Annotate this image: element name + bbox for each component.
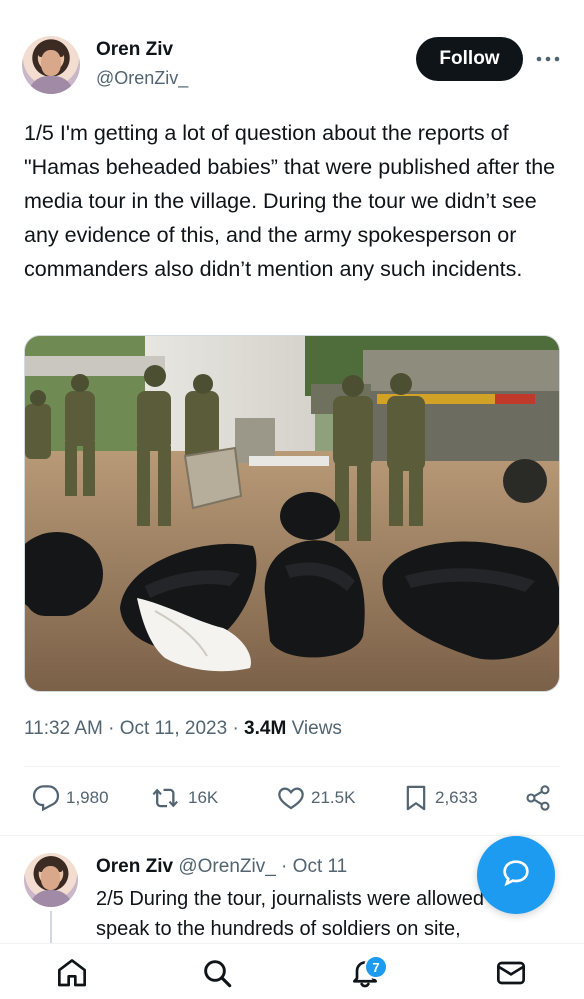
heart-icon bbox=[277, 784, 305, 812]
divider bbox=[24, 766, 560, 767]
reply-text: 2/5 During the tour, journalists were al… bbox=[96, 884, 516, 944]
dot-separator: · bbox=[232, 718, 245, 739]
reply-text-line: speak to the hundreds of soldiers on sit… bbox=[96, 918, 461, 940]
share-icon bbox=[524, 784, 552, 812]
avatar-face bbox=[41, 866, 60, 890]
repost-count: 16K bbox=[188, 788, 219, 807]
reply-text-line: 2/5 During the tour, journalists were al… bbox=[96, 888, 507, 910]
search-icon bbox=[201, 957, 233, 994]
author-name[interactable]: Oren Ziv bbox=[96, 39, 173, 61]
share-button[interactable] bbox=[524, 784, 552, 812]
message-bubble-icon bbox=[500, 857, 532, 894]
more-icon[interactable] bbox=[535, 46, 561, 72]
divider bbox=[0, 835, 584, 836]
like-count: 21.5K bbox=[311, 788, 356, 807]
bottom-nav bbox=[0, 943, 584, 999]
tweet-date[interactable]: Oct 11, 2023 bbox=[120, 718, 227, 739]
avatar-shirt bbox=[28, 76, 74, 94]
photo-scene bbox=[25, 336, 559, 691]
nav-messages[interactable] bbox=[494, 958, 528, 992]
views-count: 3.4M bbox=[244, 718, 287, 739]
views-label: Views bbox=[291, 718, 342, 739]
dot-separator: · bbox=[108, 718, 120, 739]
bookmark-button[interactable]: 2,633 bbox=[403, 784, 478, 812]
tweet-photo[interactable] bbox=[24, 335, 560, 692]
bookmark-icon bbox=[403, 784, 429, 812]
reply-avatar[interactable] bbox=[24, 853, 78, 907]
tweet-text: 1/5 I'm getting a lot of question about … bbox=[24, 121, 556, 281]
bookmark-count: 2,633 bbox=[435, 788, 478, 807]
repost-icon bbox=[152, 784, 182, 812]
avatar-shirt bbox=[29, 890, 73, 907]
avatar[interactable] bbox=[22, 36, 80, 94]
tweet-actions: 1,980 16K 21.5K 2,633 bbox=[24, 784, 560, 818]
reply-icon bbox=[32, 784, 60, 812]
reply-header[interactable]: Oren Ziv @OrenZiv_ · Oct 11 bbox=[96, 856, 347, 878]
nav-home[interactable] bbox=[55, 958, 89, 992]
reply-button[interactable]: 1,980 bbox=[32, 784, 109, 812]
reply-author-name[interactable]: Oren Ziv bbox=[96, 856, 173, 877]
avatar-face bbox=[41, 50, 61, 76]
tweet-time[interactable]: 11:32 AM bbox=[24, 718, 103, 739]
reply-count: 1,980 bbox=[66, 788, 109, 807]
nav-search[interactable] bbox=[200, 958, 234, 992]
author-handle[interactable]: @OrenZiv_ bbox=[96, 68, 188, 89]
like-button[interactable]: 21.5K bbox=[277, 784, 355, 812]
mail-icon bbox=[495, 957, 527, 994]
notifications-badge: 7 bbox=[364, 955, 388, 979]
thread-line bbox=[50, 911, 52, 943]
tweet-timestamp: 11:32 AM · Oct 11, 2023 · 3.4M Views bbox=[24, 718, 342, 740]
repost-button[interactable]: 16K bbox=[152, 784, 218, 812]
reply-meta: @OrenZiv_ · Oct 11 bbox=[178, 856, 348, 877]
compose-message-button[interactable] bbox=[477, 836, 555, 914]
follow-button[interactable]: Follow bbox=[416, 37, 523, 81]
home-icon bbox=[56, 957, 88, 994]
